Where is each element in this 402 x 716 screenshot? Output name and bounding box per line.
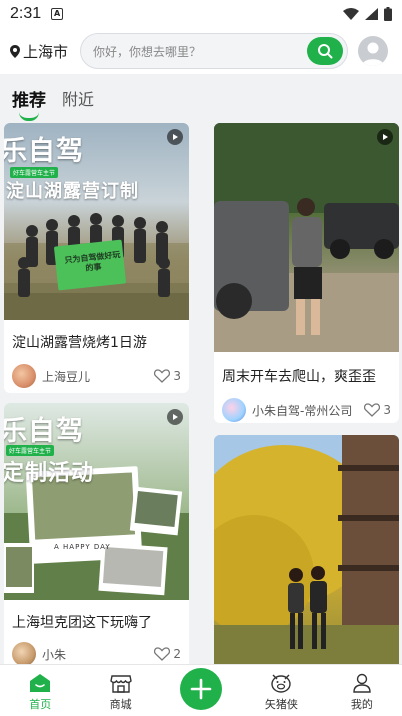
- avatar-placeholder-icon: [362, 42, 384, 66]
- like-button[interactable]: 2: [154, 647, 181, 661]
- search-placeholder: 你好，你想去哪里？: [93, 44, 202, 59]
- card-meta: 小朱自驾-常州公司 3: [214, 398, 399, 422]
- nav-pig[interactable]: 矢猪侠: [241, 665, 321, 716]
- nav-shop[interactable]: 商城: [80, 665, 160, 716]
- like-count: 2: [173, 647, 181, 661]
- city-label: 上海市: [23, 42, 69, 61]
- like-count: 3: [173, 369, 181, 383]
- card-image: [214, 123, 399, 352]
- feed-card[interactable]: 乐自驾 好车露营车主节 淀山湖露营订制 只为自驾做好玩的事 淀山湖露营烧烤1日游…: [4, 123, 189, 393]
- author-name: 小朱: [42, 647, 67, 662]
- publish-button[interactable]: [180, 667, 223, 710]
- nav-label: 矢猪侠: [264, 698, 298, 711]
- like-count: 3: [383, 403, 391, 417]
- nav-profile[interactable]: 我的: [322, 665, 402, 716]
- like-button[interactable]: 3: [364, 403, 391, 417]
- location-pin-icon: [10, 44, 20, 58]
- card-image: 乐自驾 好车露营车主节 淀山湖露营订制 只为自驾做好玩的事: [4, 123, 189, 320]
- heart-icon: [154, 369, 171, 383]
- city-selector[interactable]: 上海市: [10, 41, 78, 62]
- author-avatar: [12, 642, 36, 664]
- search-button[interactable]: [307, 37, 343, 65]
- video-play-icon: [377, 129, 393, 145]
- author-avatar: [222, 398, 246, 422]
- card-image: 乐自驾 好车露营车主节 定制活动 A HAPPY DAY: [4, 403, 189, 600]
- battery-icon: [384, 7, 392, 21]
- home-icon: [30, 674, 51, 692]
- search-input[interactable]: 你好，你想去哪里？: [80, 33, 348, 69]
- card-overlay-title: 乐自驾: [4, 416, 84, 447]
- plus-icon: [190, 678, 212, 699]
- card-overlay-title: 乐自驾: [4, 136, 84, 167]
- photo-illustration: [214, 435, 399, 664]
- author-name: 小朱自驾-常州公司: [252, 403, 353, 418]
- feed-card[interactable]: 乐自驾 好车露营车主节 定制活动 A HAPPY DAY 上海坦克团这下玩嗨了 …: [4, 403, 189, 664]
- nav-publish[interactable]: [161, 665, 241, 716]
- heart-icon: [154, 647, 171, 661]
- card-overlay-subtitle: 定制活动: [4, 460, 95, 486]
- user-avatar[interactable]: [358, 36, 388, 66]
- card-title: 周末开车去爬山，爽歪歪: [222, 369, 376, 385]
- pig-icon: [271, 674, 292, 693]
- author-name: 上海豆儿: [42, 369, 91, 384]
- nav-home[interactable]: 首页: [0, 665, 80, 716]
- nav-label: 我的: [350, 698, 373, 711]
- tab-nearby[interactable]: 附近: [62, 86, 94, 110]
- card-meta: 上海豆儿 3: [4, 364, 189, 388]
- card-meta: 小朱 2: [4, 642, 189, 664]
- feed-tabs: 推荐 附近: [0, 74, 402, 121]
- heart-icon: [364, 403, 381, 417]
- card-image: [214, 435, 399, 664]
- card-photo-caption: A HAPPY DAY: [54, 543, 111, 551]
- user-icon: [353, 673, 371, 693]
- nav-label: 首页: [29, 698, 52, 711]
- nav-label: 商城: [109, 698, 132, 711]
- video-play-icon: [167, 129, 183, 145]
- top-bar: 上海市 你好，你想去哪里？: [0, 28, 402, 74]
- signal-icon: [365, 8, 378, 20]
- bottom-nav: 首页 商城 矢猪侠 我的: [0, 664, 402, 716]
- feed-card[interactable]: [214, 435, 399, 664]
- author-avatar: [12, 364, 36, 388]
- search-icon: [318, 44, 333, 59]
- card-title: 上海坦克团这下玩嗨了: [12, 615, 152, 631]
- status-bar: 2:31 A: [0, 0, 402, 28]
- like-button[interactable]: 3: [154, 369, 181, 383]
- feed-grid: 乐自驾 好车露营车主节 淀山湖露营订制 只为自驾做好玩的事 淀山湖露营烧烤1日游…: [0, 120, 402, 664]
- video-play-icon: [167, 409, 183, 425]
- status-icons: [343, 7, 392, 21]
- shop-icon: [109, 675, 132, 693]
- notification-icon: A: [51, 8, 64, 20]
- wifi-icon: [343, 8, 359, 20]
- card-overlay-subtitle: 淀山湖露营订制: [6, 181, 139, 202]
- feed-card[interactable]: 周末开车去爬山，爽歪歪 小朱自驾-常州公司 3: [214, 123, 399, 423]
- card-title: 淀山湖露营烧烤1日游: [12, 335, 147, 351]
- photo-illustration: [214, 123, 399, 352]
- status-time: 2:31: [10, 5, 42, 22]
- tab-recommend[interactable]: 推荐: [12, 86, 46, 121]
